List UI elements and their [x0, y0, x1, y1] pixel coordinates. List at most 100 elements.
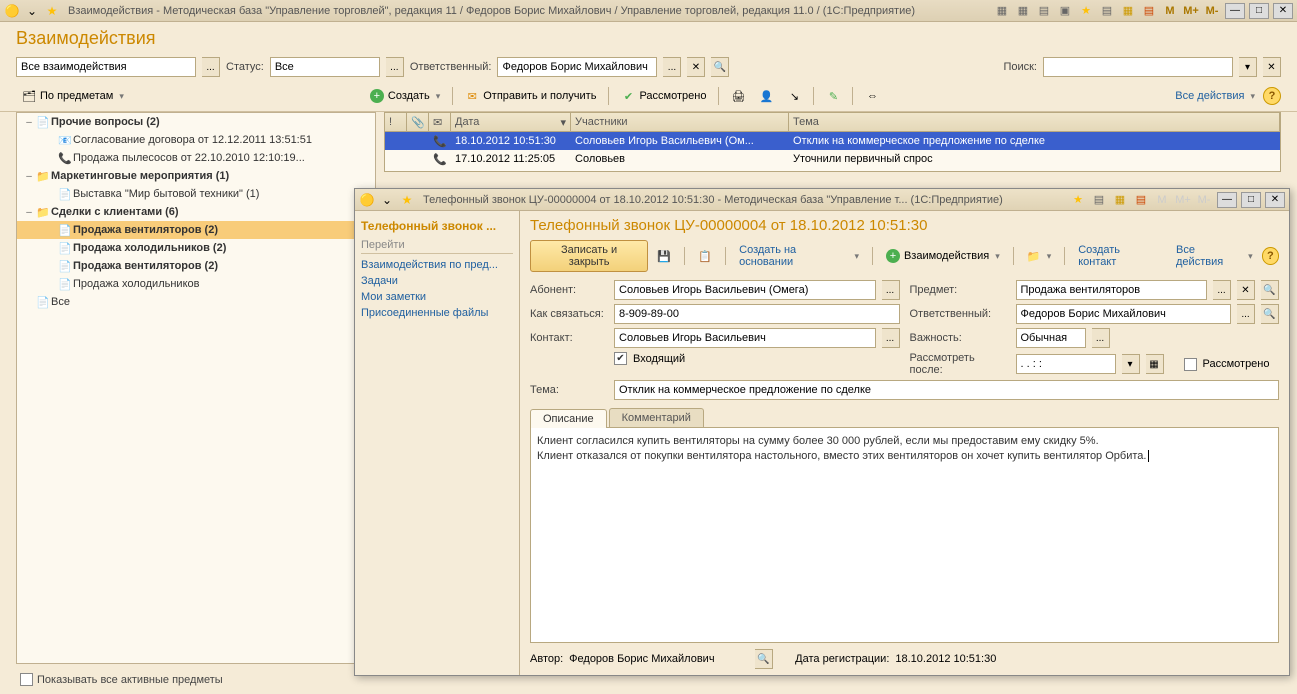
tool-icon-1[interactable]: ▦ [993, 3, 1011, 19]
abonent-input[interactable]: Соловьев Игорь Васильевич (Омега) [614, 280, 876, 300]
save-close-button[interactable]: Записать и закрыть [530, 240, 648, 272]
create-button[interactable]: + Создать▾ [364, 85, 446, 107]
importance-input[interactable]: Обычная [1016, 328, 1086, 348]
calc-icon[interactable]: ▦ [1119, 3, 1137, 19]
refresh-button[interactable]: ⇔ [859, 85, 885, 107]
tool-icon-5[interactable]: ▤ [1098, 3, 1116, 19]
tree-item[interactable]: 📄 Продажа холодильников (2) [17, 239, 375, 257]
tree-toggle-icon[interactable]: – [23, 171, 35, 182]
tree-item[interactable]: – 📄 Прочие вопросы (2) [17, 113, 375, 131]
col-important[interactable]: ! [385, 113, 407, 131]
col-subject[interactable]: Тема [789, 113, 1280, 131]
reviewed-checkbox[interactable] [1184, 358, 1197, 371]
modal-close[interactable]: ✕ [1265, 192, 1285, 208]
nav-link-tasks[interactable]: Задачи [361, 273, 513, 289]
print-button[interactable]: 🖨 [725, 85, 751, 107]
predmet-picker[interactable]: ... [1213, 280, 1231, 300]
maximize-button[interactable]: □ [1249, 3, 1269, 19]
nav-link-notes[interactable]: Мои заметки [361, 289, 513, 305]
resp-clear[interactable]: ✕ [687, 57, 705, 77]
tree-toggle-icon[interactable]: – [23, 207, 35, 218]
help-icon[interactable]: ? [1263, 87, 1281, 105]
review-after-input[interactable]: . . : : [1016, 354, 1116, 374]
theme-input[interactable]: Отклик на коммерческое предложение по сд… [614, 380, 1279, 400]
predmet-clear[interactable]: ✕ [1237, 280, 1255, 300]
tool-icon-3[interactable]: ▤ [1035, 3, 1053, 19]
tree-item[interactable]: 📄 Все [17, 293, 375, 311]
checkbox-box[interactable] [20, 673, 33, 686]
close-button[interactable]: ✕ [1273, 3, 1293, 19]
copy-button[interactable]: 📋 [692, 245, 718, 267]
nav-link-files[interactable]: Присоединенные файлы [361, 305, 513, 321]
resp-search[interactable]: 🔍 [1261, 304, 1279, 324]
col-attach[interactable]: 📎 [407, 113, 429, 131]
modal-minimize[interactable]: — [1217, 192, 1237, 208]
grid-row[interactable]: 📞 18.10.2012 10:51:30 Соловьев Игорь Вас… [385, 132, 1280, 150]
nav-link-interactions[interactable]: Взаимодействия по пред... [361, 257, 513, 273]
send-receive-button[interactable]: ✉ Отправить и получить [459, 85, 602, 107]
col-participants[interactable]: Участники [571, 113, 789, 131]
status-picker[interactable]: ... [386, 57, 404, 77]
resp-search[interactable]: 🔍 [711, 57, 729, 77]
contact-picker[interactable]: ... [882, 328, 900, 348]
sort-button[interactable]: ↘ [781, 85, 807, 107]
dropdown-nav-icon[interactable]: ⌄ [24, 3, 40, 19]
resp-picker[interactable]: ... [1237, 304, 1255, 324]
favorite-icon[interactable]: ★ [44, 3, 60, 19]
favorite-icon[interactable]: ★ [399, 192, 415, 208]
tree-item[interactable]: 📞 Продажа пылесосов от 22.10.2010 12:10:… [17, 149, 375, 167]
tab-comment[interactable]: Комментарий [609, 408, 704, 427]
col-date[interactable]: Дата▾ [451, 113, 571, 131]
create-based-button[interactable]: Создать на основании▾ [733, 245, 865, 267]
modal-maximize[interactable]: □ [1241, 192, 1261, 208]
modal-all-actions[interactable]: Все действия▾ [1170, 245, 1259, 267]
tree-item[interactable]: 📄 Продажа вентиляторов (2) [17, 257, 375, 275]
edit-button[interactable]: ✎ [820, 85, 846, 107]
folder-button[interactable]: 📁▾ [1021, 245, 1058, 267]
user-button[interactable]: 👤 [753, 85, 779, 107]
resp-input[interactable]: Федоров Борис Михайлович [1016, 304, 1232, 324]
by-subject-button[interactable]: 🗂 По предметам▾ [16, 85, 130, 107]
filter-type-input[interactable]: Все взаимодействия [16, 57, 196, 77]
all-actions-button[interactable]: Все действия▾ [1169, 85, 1261, 107]
importance-picker[interactable]: ... [1092, 328, 1110, 348]
dropdown-nav-icon[interactable]: ⌄ [379, 192, 395, 208]
tool-icon-4[interactable]: ▣ [1056, 3, 1074, 19]
resp-picker[interactable]: ... [663, 57, 681, 77]
interactions-button[interactable]: +Взаимодействия▾ [880, 245, 1006, 267]
author-search[interactable]: 🔍 [755, 649, 773, 669]
review-dd[interactable]: ▾ [1122, 354, 1140, 374]
tool-icon-2[interactable]: ▦ [1014, 3, 1032, 19]
subject-tree[interactable]: – 📄 Прочие вопросы (2) 📧 Согласование до… [16, 112, 376, 664]
tree-item[interactable]: 📄 Продажа вентиляторов (2) [17, 221, 375, 239]
grid-body[interactable]: 📞 18.10.2012 10:51:30 Соловьев Игорь Вас… [384, 132, 1281, 172]
contact-input[interactable]: Соловьев Игорь Васильевич [614, 328, 876, 348]
contact-how-input[interactable]: 8-909-89-00 [614, 304, 900, 324]
status-input[interactable]: Все [270, 57, 380, 77]
m-plus-button[interactable]: M+ [1182, 3, 1200, 19]
abonent-picker[interactable]: ... [882, 280, 900, 300]
create-contact-button[interactable]: Создать контакт [1072, 245, 1164, 267]
calendar-icon[interactable]: ▤ [1132, 192, 1150, 208]
show-active-checkbox[interactable]: Показывать все активные предметы [20, 673, 223, 686]
grid-row[interactable]: 📞 17.10.2012 11:25:05 Соловьев Уточнили … [385, 150, 1280, 168]
tree-item[interactable]: 📧 Согласование договора от 12.12.2011 13… [17, 131, 375, 149]
tree-item[interactable]: – 📁 Сделки с клиентами (6) [17, 203, 375, 221]
filter-type-picker[interactable]: ... [202, 57, 220, 77]
tool-icon[interactable]: ▤ [1090, 192, 1108, 208]
col-type[interactable]: ✉ [429, 113, 451, 131]
tree-item[interactable]: – 📁 Маркетинговые мероприятия (1) [17, 167, 375, 185]
search-clear[interactable]: ✕ [1263, 57, 1281, 77]
minimize-button[interactable]: — [1225, 3, 1245, 19]
search-input[interactable] [1043, 57, 1233, 77]
incoming-checkbox[interactable]: ✔ [614, 352, 627, 365]
m-minus-button[interactable]: M- [1203, 3, 1221, 19]
calc-icon[interactable]: ▦ [1111, 192, 1129, 208]
star-icon[interactable]: ★ [1077, 3, 1095, 19]
resp-input[interactable]: Федоров Борис Михайлович [497, 57, 657, 77]
description-textarea[interactable]: Клиент согласился купить вентиляторы на … [530, 428, 1279, 643]
calendar-icon[interactable]: ▤ [1140, 3, 1158, 19]
star-icon[interactable]: ★ [1069, 192, 1087, 208]
save-button[interactable]: 💾 [651, 245, 677, 267]
search-dropdown[interactable]: ▾ [1239, 57, 1257, 77]
